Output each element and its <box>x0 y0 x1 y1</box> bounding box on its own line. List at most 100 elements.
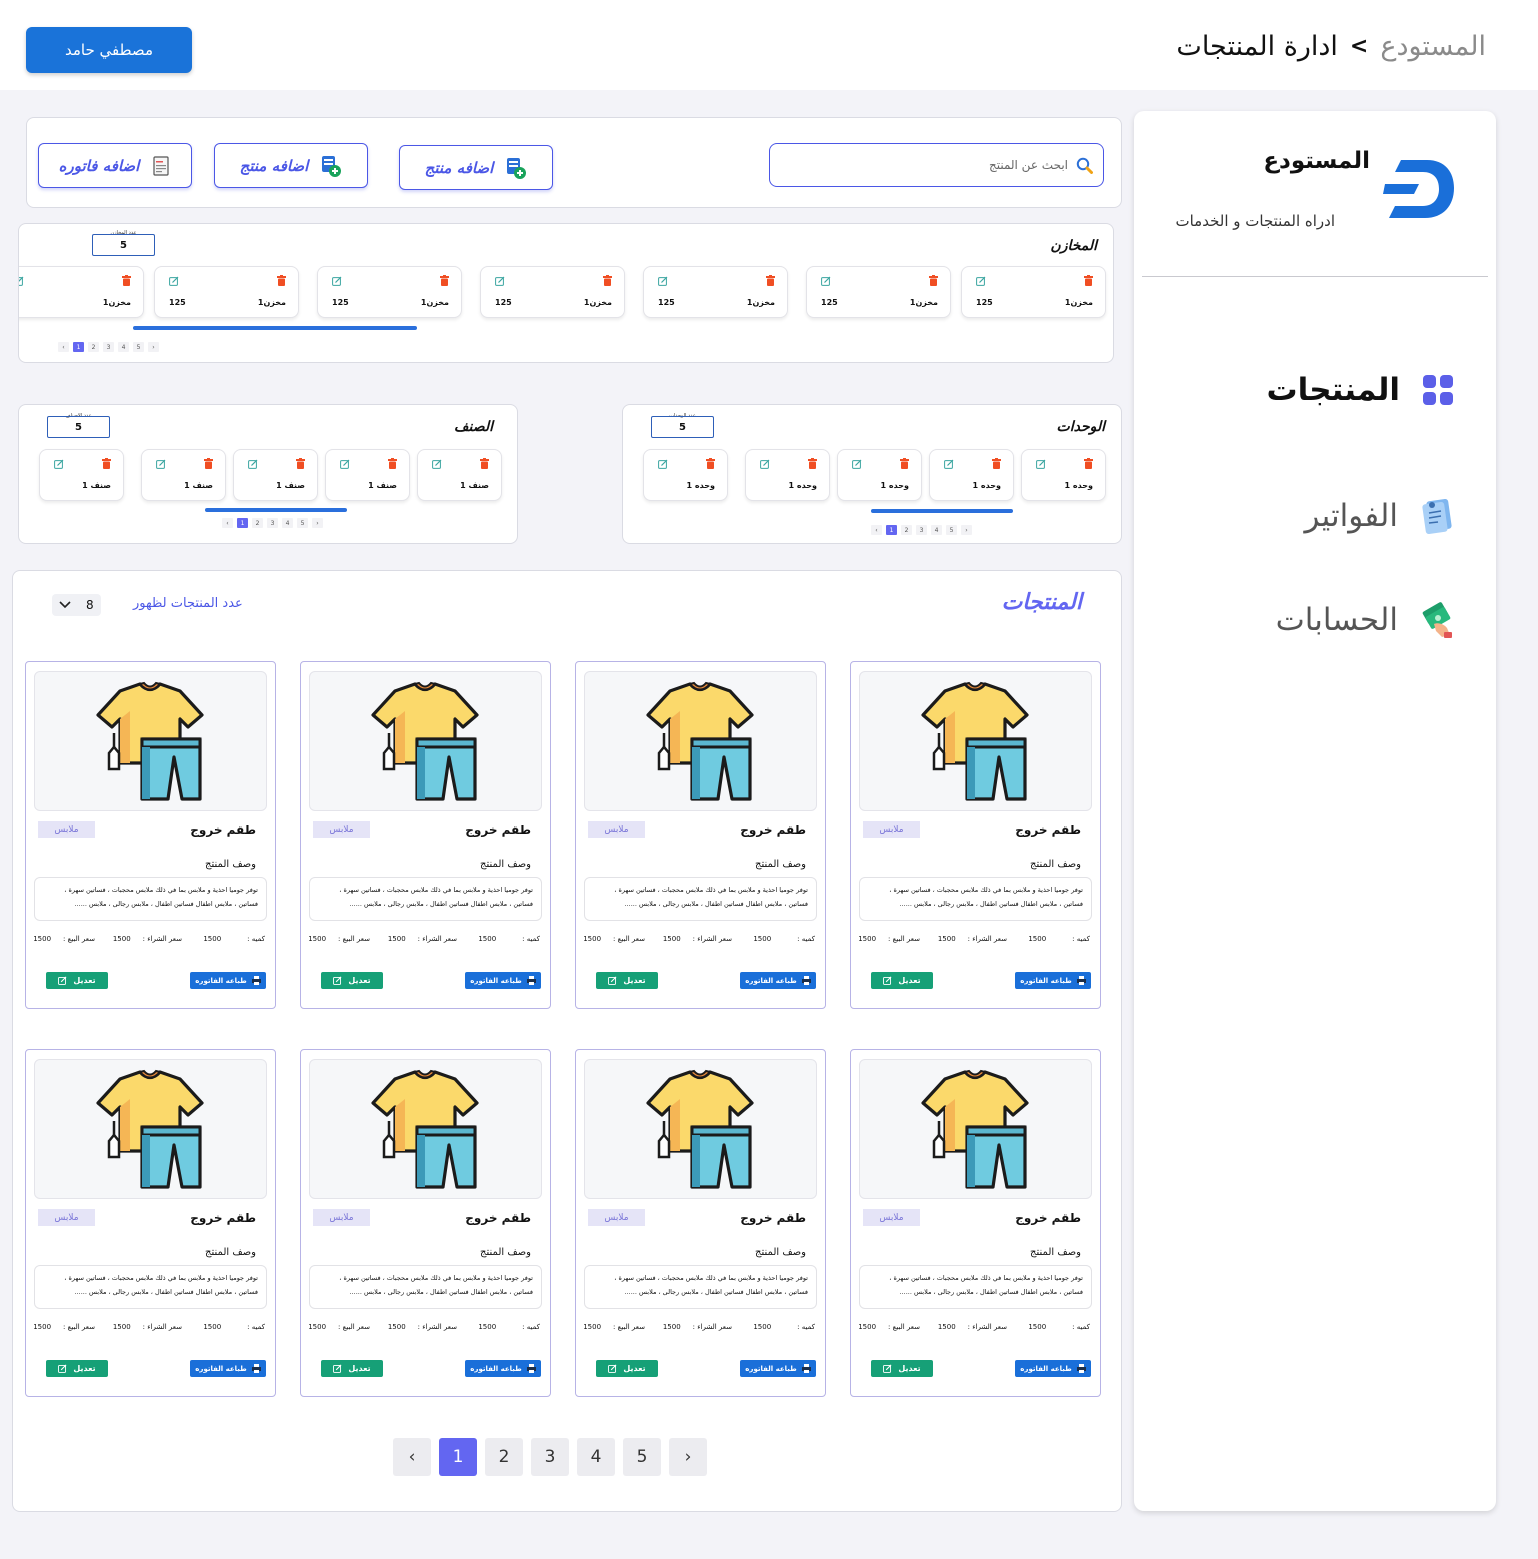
trash-icon[interactable] <box>1084 458 1093 469</box>
page-button[interactable]: 1 <box>237 518 248 528</box>
edit-product-button[interactable]: تعديل <box>321 972 383 989</box>
list-item-card[interactable]: صنف 1 <box>39 449 124 501</box>
print-invoice-button[interactable]: طباعه الفاتوره <box>190 1360 266 1377</box>
edit-product-button[interactable]: تعديل <box>596 972 658 989</box>
edit-icon[interactable] <box>658 276 668 286</box>
list-item-card[interactable]: مخزن1 <box>19 266 144 318</box>
list-item-card[interactable]: وحده 1 <box>643 449 728 501</box>
list-item-card[interactable]: صنف 1 <box>325 449 410 501</box>
trash-icon[interactable] <box>603 275 612 286</box>
print-invoice-button[interactable]: طباعه الفاتوره <box>465 972 541 989</box>
edit-icon[interactable] <box>760 459 770 469</box>
page-button[interactable]: › <box>961 525 972 535</box>
add-invoice-button[interactable]: اضافه فاتوره <box>38 143 192 188</box>
categories-scrollbar[interactable] <box>205 508 347 512</box>
page-button[interactable]: 4 <box>931 525 942 535</box>
trash-icon[interactable] <box>102 458 111 469</box>
search-input[interactable]: ابحث عن المنتج <box>769 143 1104 187</box>
list-item-card[interactable]: صنف 1 <box>417 449 502 501</box>
edit-icon[interactable] <box>976 276 986 286</box>
trash-icon[interactable] <box>706 458 715 469</box>
page-button[interactable]: 4 <box>577 1438 615 1476</box>
edit-icon[interactable] <box>944 459 954 469</box>
print-invoice-button[interactable]: طباعه الفاتوره <box>740 972 816 989</box>
sidebar-item-accounts[interactable]: الحسابات <box>1276 602 1454 638</box>
edit-icon[interactable] <box>432 459 442 469</box>
list-item-card[interactable]: مخزن1 125 <box>643 266 788 318</box>
page-button[interactable]: 5 <box>623 1438 661 1476</box>
page-button[interactable]: 1 <box>439 1438 477 1476</box>
page-button[interactable]: 1 <box>73 342 84 352</box>
edit-icon[interactable] <box>658 459 668 469</box>
edit-product-button[interactable]: تعديل <box>596 1360 658 1377</box>
trash-icon[interactable] <box>122 275 131 286</box>
page-button[interactable]: 5 <box>297 518 308 528</box>
add-product-button-2[interactable]: اضافه منتج <box>214 143 368 188</box>
edit-icon[interactable] <box>1036 459 1046 469</box>
list-item-card[interactable]: وحده 1 <box>745 449 830 501</box>
trash-icon[interactable] <box>440 275 449 286</box>
edit-icon[interactable] <box>852 459 862 469</box>
user-menu-button[interactable]: مصطفي حامد <box>26 27 192 73</box>
edit-icon[interactable] <box>19 276 24 286</box>
trash-icon[interactable] <box>480 458 489 469</box>
trash-icon[interactable] <box>204 458 213 469</box>
trash-icon[interactable] <box>808 458 817 469</box>
edit-icon[interactable] <box>495 276 505 286</box>
list-item-card[interactable]: مخزن1 125 <box>480 266 625 318</box>
print-invoice-button[interactable]: طباعه الفاتوره <box>1015 972 1091 989</box>
trash-icon[interactable] <box>388 458 397 469</box>
page-button[interactable]: 3 <box>267 518 278 528</box>
page-button[interactable]: › <box>312 518 323 528</box>
edit-product-button[interactable]: تعديل <box>871 1360 933 1377</box>
list-item-card[interactable]: وحده 1 <box>837 449 922 501</box>
page-button[interactable]: 2 <box>252 518 263 528</box>
edit-icon[interactable] <box>340 459 350 469</box>
page-button[interactable]: 4 <box>282 518 293 528</box>
trash-icon[interactable] <box>296 458 305 469</box>
edit-product-button[interactable]: تعديل <box>46 1360 108 1377</box>
per-page-select[interactable]: 8 <box>52 594 101 616</box>
trash-icon[interactable] <box>277 275 286 286</box>
print-invoice-button[interactable]: طباعه الفاتوره <box>1015 1360 1091 1377</box>
list-item-card[interactable]: مخزن1 125 <box>317 266 462 318</box>
page-button[interactable]: › <box>669 1438 707 1476</box>
sidebar-item-products[interactable]: المنتجات <box>1267 372 1455 408</box>
trash-icon[interactable] <box>900 458 909 469</box>
edit-product-button[interactable]: تعديل <box>321 1360 383 1377</box>
print-invoice-button[interactable]: طباعه الفاتوره <box>190 972 266 989</box>
sidebar-item-invoices[interactable]: الفواتير <box>1305 497 1454 535</box>
list-item-card[interactable]: مخزن1 125 <box>154 266 299 318</box>
page-button[interactable]: 1 <box>886 525 897 535</box>
page-button[interactable]: 4 <box>118 342 129 352</box>
page-button[interactable]: 5 <box>133 342 144 352</box>
list-item-card[interactable]: وحده 1 <box>1021 449 1106 501</box>
page-button[interactable]: 2 <box>88 342 99 352</box>
trash-icon[interactable] <box>992 458 1001 469</box>
list-item-card[interactable]: صنف 1 <box>141 449 226 501</box>
edit-icon[interactable] <box>54 459 64 469</box>
list-item-card[interactable]: مخزن1 125 <box>806 266 951 318</box>
page-button[interactable]: ‹ <box>393 1438 431 1476</box>
trash-icon[interactable] <box>766 275 775 286</box>
page-button[interactable]: › <box>148 342 159 352</box>
edit-icon[interactable] <box>332 276 342 286</box>
print-invoice-button[interactable]: طباعه الفاتوره <box>740 1360 816 1377</box>
list-item-card[interactable]: صنف 1 <box>233 449 318 501</box>
units-scrollbar[interactable] <box>871 509 1013 513</box>
edit-product-button[interactable]: تعديل <box>871 972 933 989</box>
breadcrumb-root[interactable]: المستودع <box>1380 31 1486 62</box>
add-product-button[interactable]: اضافه منتج <box>399 145 553 190</box>
edit-icon[interactable] <box>156 459 166 469</box>
edit-icon[interactable] <box>169 276 179 286</box>
page-button[interactable]: ‹ <box>58 342 69 352</box>
warehouses-scrollbar[interactable] <box>133 326 417 330</box>
edit-icon[interactable] <box>248 459 258 469</box>
trash-icon[interactable] <box>1084 275 1093 286</box>
page-button[interactable]: 3 <box>531 1438 569 1476</box>
page-button[interactable]: 5 <box>946 525 957 535</box>
list-item-card[interactable]: وحده 1 <box>929 449 1014 501</box>
page-button[interactable]: 3 <box>103 342 114 352</box>
page-button[interactable]: 2 <box>901 525 912 535</box>
print-invoice-button[interactable]: طباعه الفاتوره <box>465 1360 541 1377</box>
